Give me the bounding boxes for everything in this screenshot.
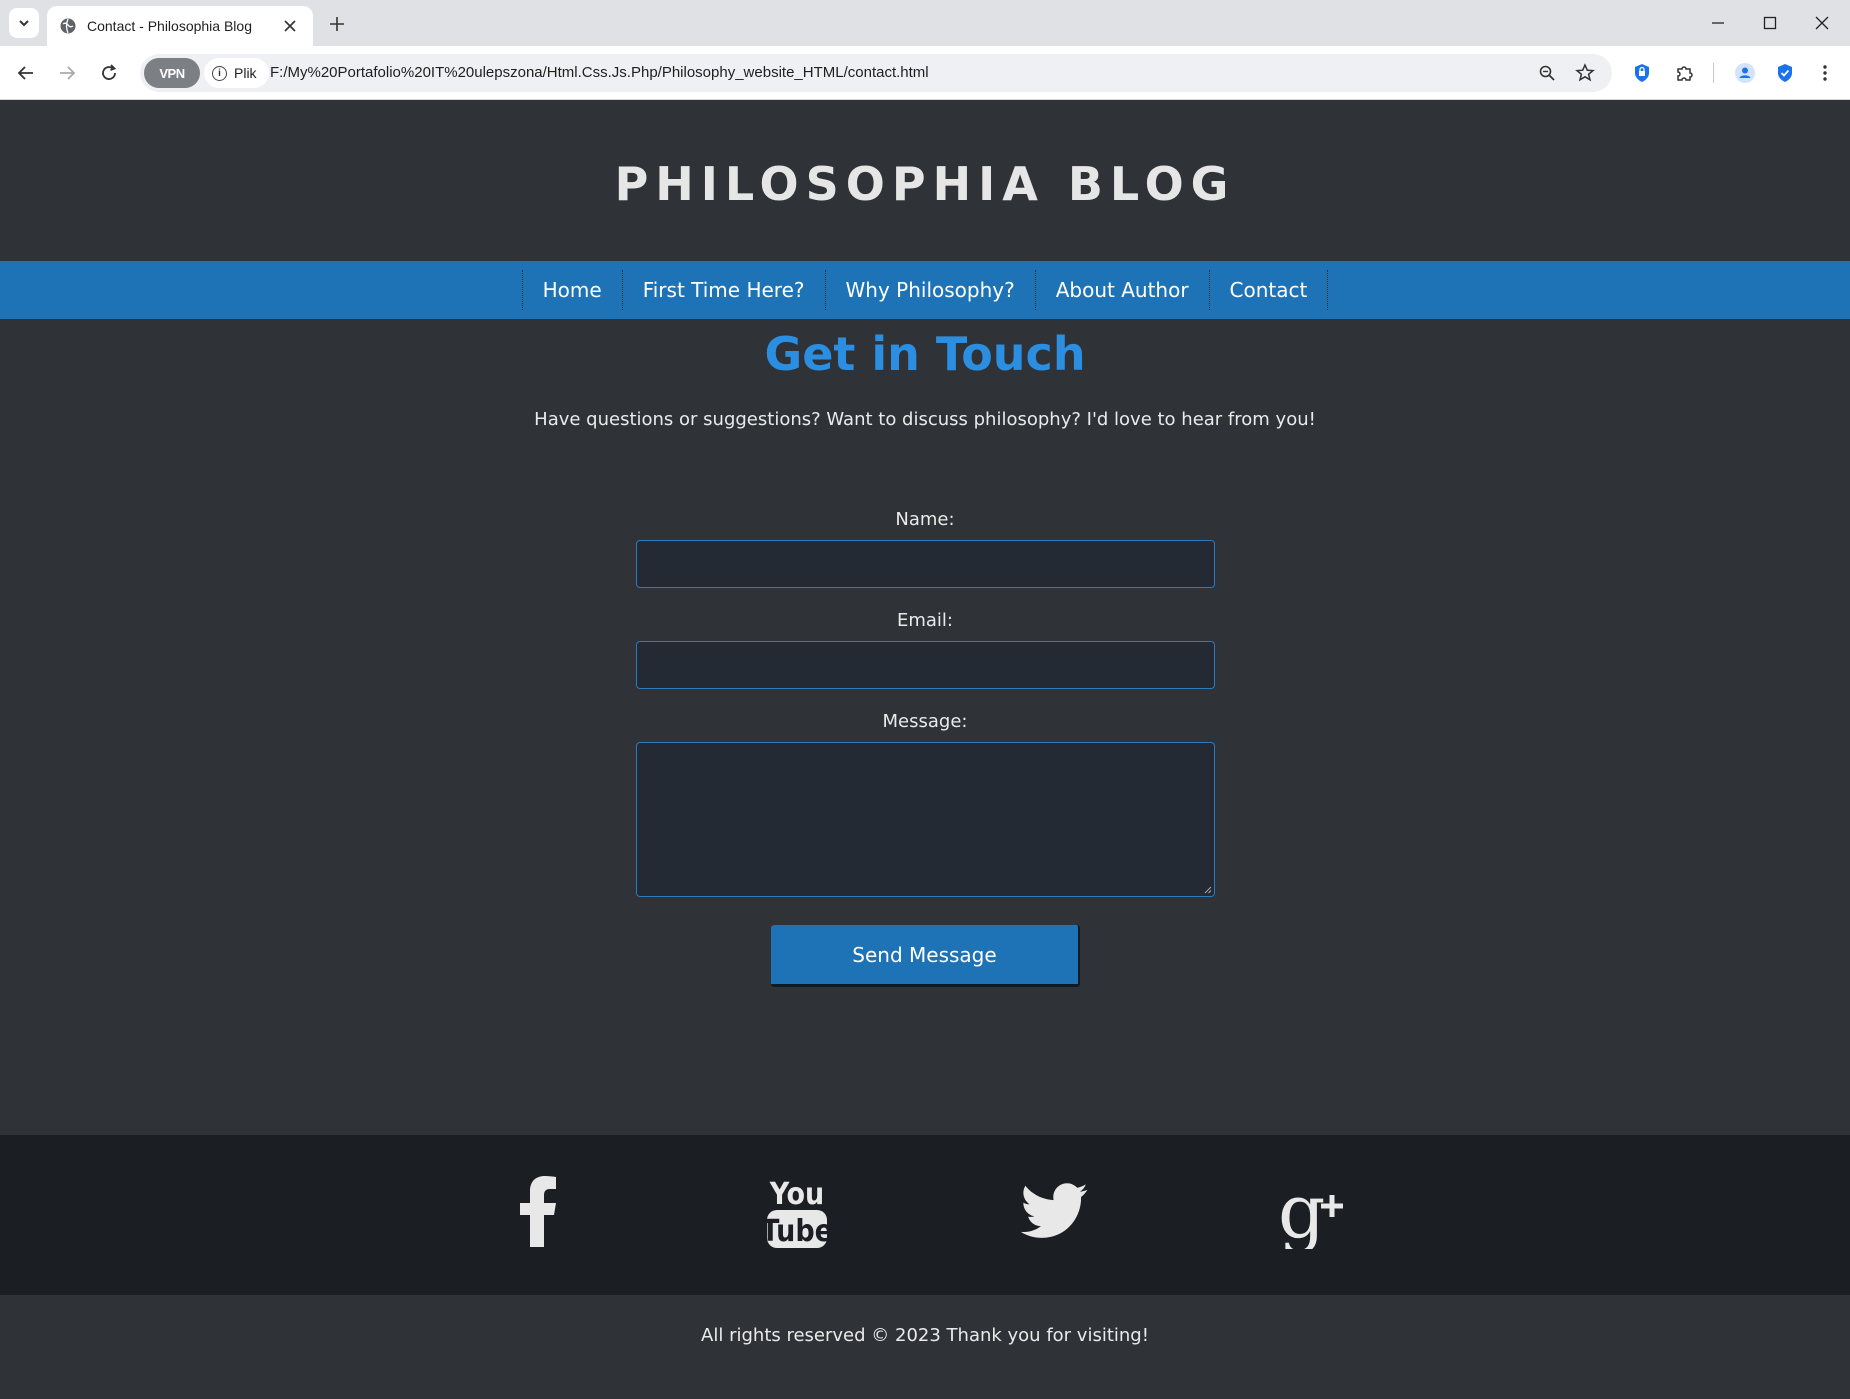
- svg-text:You: You: [769, 1177, 825, 1212]
- url-text[interactable]: F:/My%20Portafolio%20IT%20ulepszona/Html…: [270, 54, 929, 92]
- nav-list: Home First Time Here? Why Philosophy? Ab…: [521, 270, 1329, 310]
- send-message-button[interactable]: Send Message: [771, 925, 1080, 987]
- shield-check-icon[interactable]: [1770, 58, 1800, 88]
- svg-text:Tube: Tube: [765, 1214, 829, 1249]
- kebab-menu-icon[interactable]: [1810, 58, 1840, 88]
- message-textarea[interactable]: [636, 742, 1215, 897]
- name-label: Name:: [895, 509, 955, 530]
- resize-grip-icon[interactable]: [1204, 886, 1212, 894]
- message-label: Message:: [882, 711, 968, 732]
- maximize-icon[interactable]: [1746, 6, 1794, 40]
- profile-icon[interactable]: [1730, 58, 1760, 88]
- plus-icon[interactable]: [324, 11, 350, 37]
- browser-tab[interactable]: Contact - Philosophia Blog: [47, 6, 313, 46]
- nav-item-about-author[interactable]: About Author: [1036, 270, 1210, 310]
- site-footer: All rights reserved © 2023 Thank you for…: [0, 1295, 1850, 1399]
- site-title: PHILOSOPHIA BLOG: [614, 157, 1236, 211]
- back-arrow-icon[interactable]: [10, 57, 42, 89]
- facebook-icon[interactable]: [498, 1169, 578, 1253]
- svg-text:g: g: [1278, 1173, 1325, 1249]
- email-field[interactable]: [636, 641, 1215, 689]
- site-header: PHILOSOPHIA BLOG: [0, 101, 1850, 261]
- window-close-icon[interactable]: [1798, 6, 1846, 40]
- info-icon: i: [212, 65, 227, 81]
- twitter-icon[interactable]: [1015, 1169, 1095, 1253]
- browser-tab-bar: Contact - Philosophia Blog: [0, 0, 1850, 46]
- minimize-icon[interactable]: [1694, 6, 1742, 40]
- zoom-icon[interactable]: [1532, 58, 1562, 88]
- social-bar: You Tube g: [0, 1135, 1850, 1295]
- puzzle-icon[interactable]: [1669, 58, 1699, 88]
- tab-search-icon[interactable]: [9, 8, 39, 38]
- contact-section: Get in Touch Have questions or suggestio…: [0, 319, 1850, 1135]
- browser-toolbar: VPN i Plik F:/My%20Portafolio%20IT%20ule…: [0, 46, 1850, 100]
- email-label: Email:: [896, 610, 953, 631]
- google-plus-icon[interactable]: g: [1274, 1169, 1354, 1253]
- nav-item-contact[interactable]: Contact: [1210, 270, 1329, 310]
- address-bar[interactable]: VPN i Plik F:/My%20Portafolio%20IT%20ule…: [140, 54, 1612, 92]
- toolbar-divider: [1713, 63, 1714, 83]
- nav-item-home[interactable]: Home: [523, 270, 623, 310]
- name-field[interactable]: [636, 540, 1215, 588]
- page-viewport: PHILOSOPHIA BLOG Home First Time Here? W…: [0, 101, 1850, 1399]
- close-icon[interactable]: [279, 15, 301, 37]
- nav-item-why-philosophy[interactable]: Why Philosophy?: [826, 270, 1036, 310]
- globe-icon: [59, 17, 77, 35]
- shield-icon[interactable]: [1627, 58, 1657, 88]
- main-nav: Home First Time Here? Why Philosophy? Ab…: [0, 261, 1850, 319]
- star-icon[interactable]: [1570, 58, 1600, 88]
- site-info-chip[interactable]: i Plik: [204, 58, 269, 88]
- page-title: Get in Touch: [764, 327, 1086, 381]
- tab-title: Contact - Philosophia Blog: [87, 18, 252, 34]
- youtube-icon[interactable]: You Tube: [757, 1169, 837, 1253]
- intro-text: Have questions or suggestions? Want to d…: [534, 409, 1316, 430]
- nav-item-first-time-here[interactable]: First Time Here?: [623, 270, 826, 310]
- reload-icon[interactable]: [93, 57, 125, 89]
- footer-text: All rights reserved © 2023 Thank you for…: [701, 1325, 1149, 1346]
- site-info-label: Plik: [234, 65, 257, 81]
- vpn-chip[interactable]: VPN: [144, 58, 200, 88]
- forward-arrow-icon[interactable]: [51, 57, 83, 89]
